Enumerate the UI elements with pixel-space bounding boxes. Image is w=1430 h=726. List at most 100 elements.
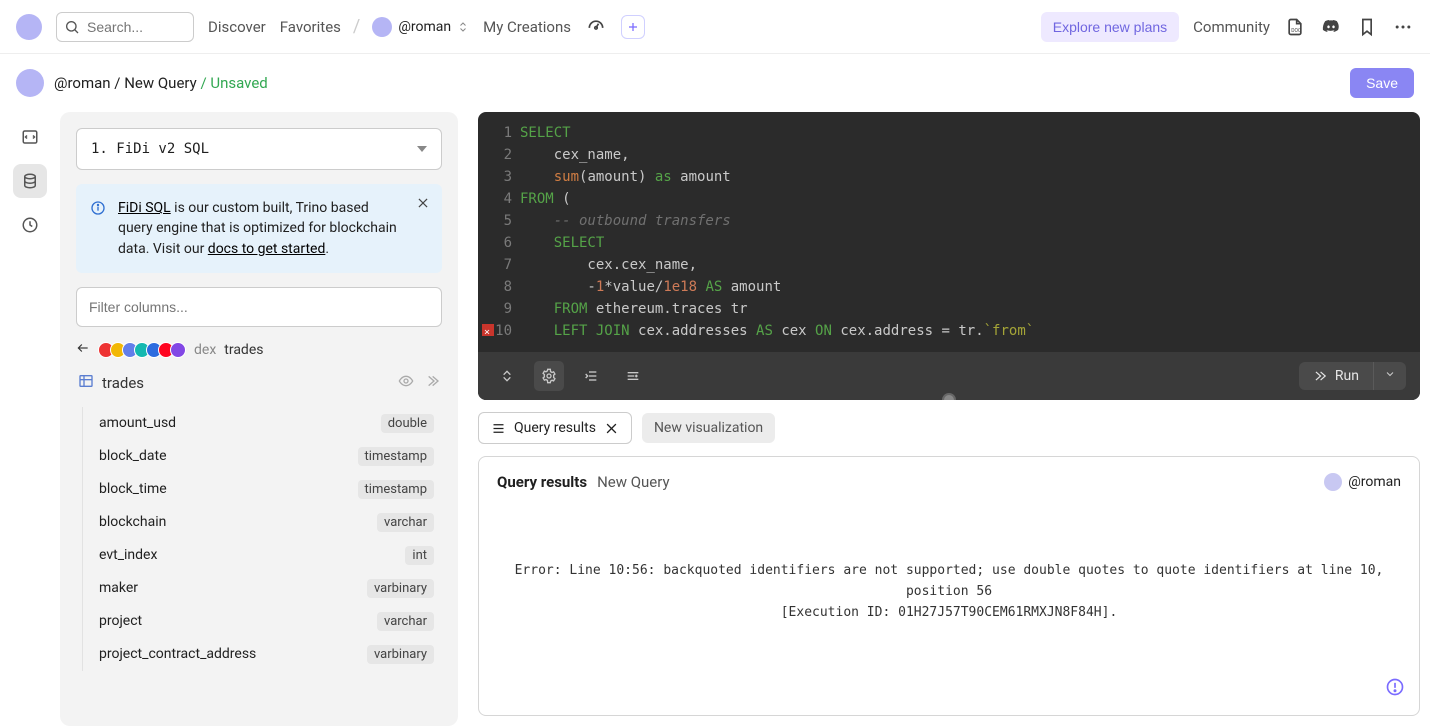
rail-data-icon[interactable] [13, 164, 47, 198]
error-message: Error: Line 10:56: backquoted identifier… [497, 561, 1401, 623]
engine-select[interactable]: 1. FiDi v2 SQL [76, 128, 442, 170]
breadcrumb-bar: @roman / New Query / Unsaved Save [0, 54, 1430, 112]
expand-icon[interactable] [424, 373, 440, 393]
workbench: 12345678910 SELECT cex_name, sum(amount)… [458, 112, 1430, 726]
line-gutter: 12345678910 [478, 122, 520, 342]
results-owner: @roman [1324, 473, 1401, 491]
search-icon [64, 19, 80, 35]
main: 1. FiDi v2 SQL FiDi SQL is our custom bu… [0, 112, 1430, 726]
chain-badges [102, 342, 186, 358]
info-banner: FiDi SQL is our custom built, Trino base… [76, 184, 442, 273]
user-handle: @roman [398, 19, 451, 35]
code-area[interactable]: 12345678910 SELECT cex_name, sum(amount)… [478, 112, 1420, 352]
results-title: Query results [497, 473, 587, 491]
tab-query-results[interactable]: Query results [478, 412, 632, 444]
side-rail [0, 112, 60, 726]
column-name: evt_index [99, 547, 157, 563]
column-row[interactable]: evt_indexint [83, 539, 442, 572]
owner-handle: @roman [1348, 474, 1401, 490]
column-type: timestamp [358, 480, 434, 499]
column-list: amount_usddoubleblock_datetimestampblock… [82, 407, 442, 671]
run-group: Run [1299, 362, 1406, 390]
filter-columns-input[interactable] [76, 287, 442, 327]
preview-icon[interactable] [398, 373, 414, 393]
svg-text:DOC: DOC [1291, 28, 1302, 34]
column-name: amount_usd [99, 415, 176, 431]
format-icon[interactable] [618, 361, 648, 391]
crumb-query[interactable]: New Query [124, 74, 197, 92]
chevron-down-icon [417, 146, 427, 152]
separator: / [353, 16, 360, 37]
table-icon [78, 373, 94, 393]
error-line-2: [Execution ID: 01H27J57T90CEM61RMXJN8F84… [497, 603, 1401, 624]
run-button[interactable]: Run [1299, 362, 1373, 390]
crumb-group[interactable]: dex [194, 342, 216, 358]
settings-icon[interactable] [534, 361, 564, 391]
schema-breadcrumb: dex trades [76, 341, 442, 359]
results-panel: Query results New Query @roman Error: Li… [478, 456, 1420, 716]
info-link-fidisql[interactable]: FiDi SQL [118, 200, 171, 216]
column-name: maker [99, 580, 138, 596]
resize-handle[interactable] [942, 393, 956, 400]
tab-label: Query results [514, 420, 596, 436]
nav-community[interactable]: Community [1193, 18, 1270, 36]
user-avatar[interactable] [16, 14, 42, 40]
info-link-docs[interactable]: docs to get started [208, 241, 326, 257]
close-tab-icon[interactable] [604, 421, 619, 436]
indent-icon[interactable] [576, 361, 606, 391]
column-row[interactable]: block_date timestamp [83, 440, 442, 473]
sql-editor[interactable]: 12345678910 SELECT cex_name, sum(amount)… [478, 112, 1420, 400]
user-switcher[interactable]: @roman [372, 17, 469, 37]
discord-icon[interactable] [1320, 16, 1342, 38]
column-name: project [99, 613, 142, 629]
bookmark-icon[interactable] [1356, 16, 1378, 38]
tab-new-visualization[interactable]: New visualization [642, 413, 775, 443]
column-type: varbinary [367, 645, 434, 664]
column-type: timestamp [358, 447, 434, 466]
crumb-handle[interactable]: @roman [54, 74, 111, 92]
column-row[interactable]: projectvarchar [83, 605, 442, 638]
close-icon[interactable] [416, 196, 430, 216]
nav-discover[interactable]: Discover [208, 18, 266, 36]
more-icon[interactable] [1392, 16, 1414, 38]
run-label: Run [1335, 368, 1359, 384]
column-name: block_time [99, 481, 167, 497]
column-row[interactable]: block_time timestamp [83, 473, 442, 506]
back-icon[interactable] [76, 341, 90, 359]
column-name: project_contract_address [99, 646, 256, 662]
info-icon [90, 200, 106, 222]
alert-icon[interactable] [1385, 677, 1405, 701]
code-content[interactable]: SELECT cex_name, sum(amount) as amount F… [520, 122, 1034, 342]
column-row[interactable]: blockchainvarchar [83, 506, 442, 539]
run-options-icon[interactable] [1373, 362, 1406, 390]
results-header: Query results New Query @roman [497, 473, 1401, 491]
column-row[interactable]: project_contract_address varbinary [83, 638, 442, 671]
column-row[interactable]: amount_usd double [83, 407, 442, 440]
column-type: double [381, 414, 434, 433]
crumb-table[interactable]: trades [224, 342, 263, 358]
nav-favorites[interactable]: Favorites [280, 18, 341, 36]
column-row[interactable]: makervarbinary [83, 572, 442, 605]
owner-avatar [1324, 473, 1342, 491]
error-line-1: Error: Line 10:56: backquoted identifier… [497, 561, 1401, 603]
table-name: trades [102, 374, 144, 392]
chevron-updown-icon [457, 21, 469, 33]
explorer-panel: 1. FiDi v2 SQL FiDi SQL is our custom bu… [60, 112, 458, 726]
top-bar: Discover Favorites / @roman My Creations… [0, 0, 1430, 54]
explore-plans-button[interactable]: Explore new plans [1041, 12, 1179, 42]
expand-editor-icon[interactable] [492, 361, 522, 391]
rail-code-icon[interactable] [13, 120, 47, 154]
rail-history-icon[interactable] [13, 208, 47, 242]
dashboard-icon[interactable] [585, 16, 607, 38]
column-name: block_date [99, 448, 167, 464]
tab-label: New visualization [654, 420, 763, 436]
docs-icon[interactable]: DOC [1284, 16, 1306, 38]
nav-my-creations[interactable]: My Creations [483, 18, 571, 36]
save-button[interactable]: Save [1350, 68, 1414, 98]
breadcrumb-avatar [16, 69, 44, 97]
user-avatar-small [372, 17, 392, 37]
result-tabs: Query results New visualization [478, 412, 1420, 444]
table-header: trades [76, 373, 442, 393]
column-name: blockchain [99, 514, 166, 530]
new-query-button[interactable] [621, 15, 645, 39]
